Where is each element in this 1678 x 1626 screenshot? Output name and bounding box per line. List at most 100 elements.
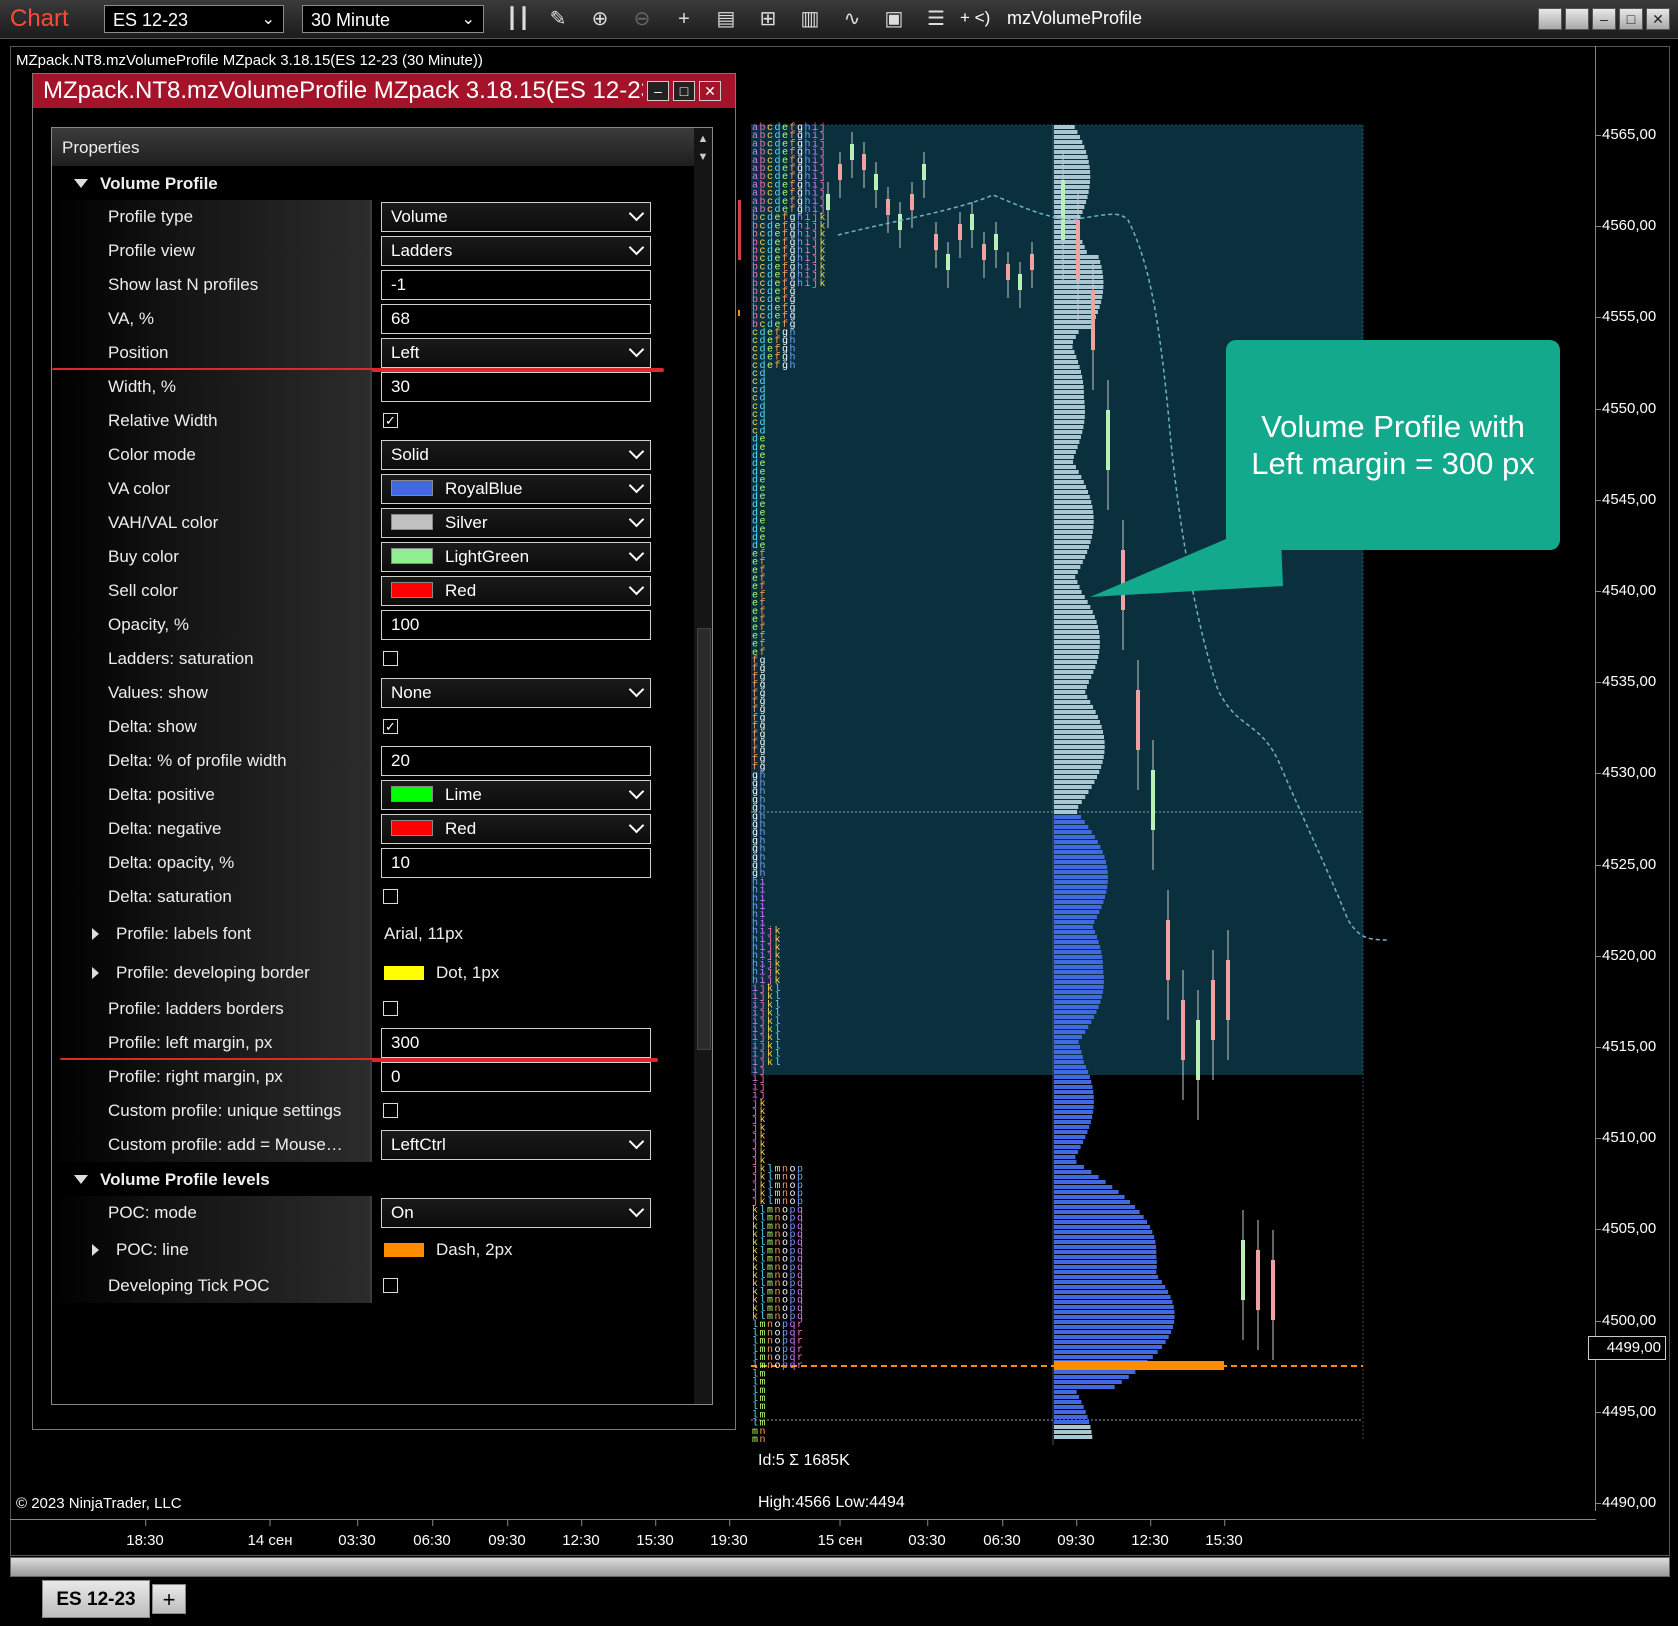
profile-bar [1054,1340,1166,1344]
property-label: Delta: show [108,717,197,736]
property-dropdown[interactable]: Ladders [381,236,651,266]
indicators-icon[interactable]: ▥ [798,7,822,31]
indicator-label[interactable]: mzVolumeProfile [1007,8,1142,29]
profile-bar [1054,705,1094,709]
minimize-icon[interactable]: – [647,81,669,101]
chart-canvas[interactable]: a b c d e f g h i ja b c d e f g h i ja b c d e f g h i ja b c d e f g h i j… [738,110,1596,1520]
chevron-right-icon[interactable] [92,1243,99,1256]
maximize-icon[interactable]: □ [673,81,695,101]
bar-style-icon[interactable]: ┃┃ [506,7,530,31]
properties-titlebar[interactable]: MZpack.NT8.mzVolumeProfile MZpack 3.18.1… [33,74,735,108]
property-text-input[interactable]: 0 [381,1062,651,1092]
profile-bar [1054,745,1105,749]
property-text-input[interactable]: 300 [381,1028,651,1058]
profile-bar [1054,380,1084,384]
property-dropdown[interactable]: Left [381,338,651,368]
callout-line-1: Volume Profile with [1261,409,1525,444]
interval-selector[interactable]: 30 Minute ⌄ [302,5,484,33]
profile-bar [1054,340,1073,344]
window-float-icon[interactable] [1565,8,1589,30]
property-text-input[interactable]: 68 [381,304,651,334]
profile-bar [1054,1305,1174,1309]
chevron-right-icon[interactable] [92,966,99,979]
instrument-selector[interactable]: ES 12-23 ⌄ [104,5,284,33]
data-box-icon[interactable]: ▤ [714,7,738,31]
close-icon[interactable]: ✕ [1646,8,1670,30]
add-tab-button[interactable]: + [152,1584,186,1614]
scroll-down-icon[interactable]: ▼ [696,150,710,164]
price-axis[interactable]: 4565,00 4560,00 4555,00 4550,00 4545,00 4540,… [1594,46,1671,1511]
profile-bar [1054,620,1097,624]
zoom-out-icon[interactable]: ⊖ [630,7,654,31]
property-value[interactable]: Arial, 11px [384,924,463,944]
property-checkbox[interactable] [383,651,398,666]
properties-header-label: Properties [62,138,140,157]
chevron-down-icon[interactable] [74,1175,88,1184]
candle-body [1136,690,1140,750]
color-picker[interactable]: LightGreen [381,542,651,572]
property-dropdown[interactable]: On [381,1198,651,1228]
chevron-right-icon[interactable] [92,927,99,940]
section-header[interactable]: Volume Profile levels [52,1162,692,1196]
property-checkbox[interactable] [383,889,398,904]
property-row: VA color RoyalBlue [52,472,692,506]
profile-bar [1054,625,1099,629]
property-label: Sell color [108,581,178,600]
property-row: Opacity, % 100 [52,608,692,642]
property-dropdown[interactable]: Volume [381,202,651,232]
property-checkbox[interactable] [383,1278,398,1293]
property-text-input[interactable]: 10 [381,848,651,878]
profile-bar [1054,205,1085,209]
property-checkbox-checked[interactable]: ✓ [383,719,398,734]
drawing-tools-icon[interactable]: ✎ [546,7,570,31]
scroll-up-icon[interactable]: ▲ [696,132,710,146]
stroke-value[interactable]: Dot, 1px [384,963,499,983]
time-axis[interactable]: 18:30 14 сен 03:30 06:30 09:30 12:30 15:30 19:3… [10,1519,1596,1558]
zoom-in-icon[interactable]: ⊕ [588,7,612,31]
property-checkbox[interactable] [383,1001,398,1016]
profile-bar [1054,950,1102,954]
time-tick: 09:30 [488,1520,526,1549]
color-picker[interactable]: Red [381,814,651,844]
property-checkbox[interactable] [383,1103,398,1118]
profile-bar [1054,1435,1093,1439]
profile-bar [1054,225,1077,229]
property-label: Color mode [108,445,196,464]
minimize-icon[interactable]: – [1592,8,1616,30]
color-picker[interactable]: Lime [381,780,651,810]
property-dropdown[interactable]: Solid [381,440,651,470]
stroke-value[interactable]: Dash, 2px [384,1240,513,1260]
column-divider [370,608,372,642]
chart-trader-icon[interactable]: ⊞ [756,7,780,31]
horizontal-scrollbar[interactable] [10,1557,1670,1577]
color-picker[interactable]: Silver [381,508,651,538]
property-text-input[interactable]: 30 [381,372,651,402]
list-icon[interactable]: ☰ [924,7,948,31]
column-divider [370,506,372,540]
property-dropdown[interactable]: LeftCtrl [381,1130,651,1160]
chevron-down-icon [628,205,645,222]
window-tile-icon[interactable] [1538,8,1562,30]
strategies-icon[interactable]: ∿ [840,7,864,31]
price-tick: 4545,00 [1594,490,1657,508]
profile-bar [1054,1065,1087,1069]
properties-scrollbar[interactable]: ▲ ▼ [694,128,712,1404]
scrollbar-thumb[interactable] [697,628,711,1050]
color-picker[interactable]: RoyalBlue [381,474,651,504]
section-header[interactable]: Volume Profile [52,166,692,200]
color-picker[interactable]: Red [381,576,651,606]
candle-body [1106,410,1110,470]
property-text-input[interactable]: 100 [381,610,651,640]
crosshair-icon[interactable]: + [672,7,696,31]
property-checkbox-checked[interactable]: ✓ [383,413,398,428]
properties-icon[interactable]: ▣ [882,7,906,31]
property-text-input[interactable]: 20 [381,746,651,776]
chevron-down-icon[interactable] [74,179,88,188]
property-dropdown[interactable]: None [381,678,651,708]
close-icon[interactable]: ✕ [699,81,721,101]
profile-bar [1054,1140,1084,1144]
maximize-icon[interactable]: □ [1619,8,1643,30]
tab-instrument[interactable]: ES 12-23 [42,1580,150,1618]
tpo-letter: n [760,1435,766,1446]
property-text-input[interactable]: -1 [381,270,651,300]
